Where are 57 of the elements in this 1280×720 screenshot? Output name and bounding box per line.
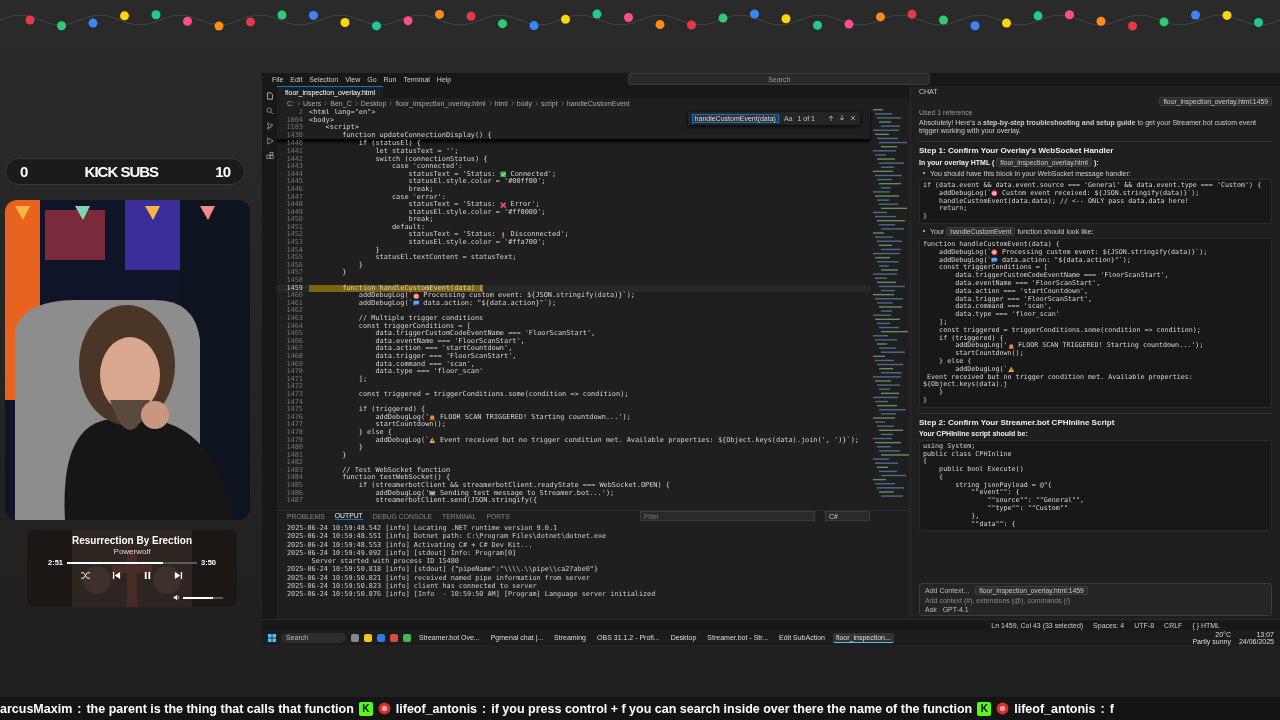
shuffle-icon[interactable] bbox=[81, 571, 90, 580]
step-heading: Step 1: Confirm Your Overlay's WebSocket Handler bbox=[919, 141, 1272, 155]
volume-fill[interactable] bbox=[183, 596, 213, 599]
check-icon bbox=[499, 171, 507, 178]
warning-icon bbox=[1007, 366, 1015, 373]
volume-icon[interactable] bbox=[173, 594, 180, 601]
separator: : bbox=[77, 701, 82, 716]
next-icon[interactable] bbox=[174, 571, 183, 580]
progress-fill[interactable] bbox=[67, 561, 164, 564]
chevron-icon bbox=[488, 101, 492, 106]
chat-username: lifeof_antonis bbox=[395, 701, 478, 716]
chat-username: lifeof_antonis bbox=[1014, 701, 1096, 716]
siren-icon bbox=[429, 414, 436, 421]
branch-icon[interactable] bbox=[265, 122, 274, 130]
chat-username: arcusMaxim bbox=[0, 701, 73, 716]
search-icon[interactable] bbox=[265, 107, 274, 115]
subscriber-goal: 10 bbox=[215, 163, 230, 180]
bang-icon bbox=[499, 232, 507, 239]
chevron-icon bbox=[354, 101, 358, 106]
user-badge-icon bbox=[377, 702, 391, 715]
target-icon bbox=[412, 292, 420, 300]
chat-message: if you press control + f you can search inside over there the name of the function bbox=[491, 701, 973, 716]
chat-message: f bbox=[1109, 701, 1114, 716]
step-heading: Step 2: Confirm Your Streamer.bot CPHInline Script bbox=[919, 412, 1272, 427]
artist-name: Powerwolf bbox=[113, 547, 151, 556]
chevron-icon bbox=[560, 101, 564, 106]
cross-icon bbox=[499, 201, 507, 209]
warning-icon bbox=[429, 437, 436, 444]
separator: : bbox=[482, 701, 487, 716]
siren-icon bbox=[1007, 342, 1015, 350]
platform-badge: K bbox=[977, 701, 992, 716]
pause-icon[interactable] bbox=[143, 571, 152, 580]
chat-message: the parent is the thing that calls that function bbox=[86, 701, 354, 716]
run-debug-icon[interactable] bbox=[265, 137, 274, 145]
separator: : bbox=[1100, 701, 1105, 716]
windows-start-icon[interactable] bbox=[268, 633, 276, 642]
chevron-icon bbox=[297, 101, 300, 106]
up-arrow-icon[interactable] bbox=[828, 115, 834, 122]
target-icon bbox=[991, 249, 998, 256]
files-icon[interactable] bbox=[265, 92, 274, 100]
target-icon bbox=[991, 190, 998, 197]
speech-icon bbox=[991, 257, 998, 264]
chevron-icon bbox=[534, 101, 538, 106]
song-title: Resurrection By Erection bbox=[71, 535, 192, 546]
extensions-icon[interactable] bbox=[265, 152, 274, 160]
down-arrow-icon[interactable] bbox=[839, 115, 845, 122]
speech-icon bbox=[412, 300, 420, 307]
previous-icon[interactable] bbox=[112, 571, 121, 580]
goal-label: KICK SUBS bbox=[84, 163, 159, 180]
user-badge-icon bbox=[996, 702, 1010, 715]
envelope-icon bbox=[429, 490, 436, 497]
chevron-icon bbox=[324, 101, 328, 106]
platform-badge: K bbox=[358, 701, 373, 716]
subscriber-count: 0 bbox=[20, 163, 28, 180]
chevron-icon bbox=[510, 101, 514, 106]
chevron-icon bbox=[389, 101, 393, 106]
close-icon[interactable] bbox=[850, 115, 856, 122]
